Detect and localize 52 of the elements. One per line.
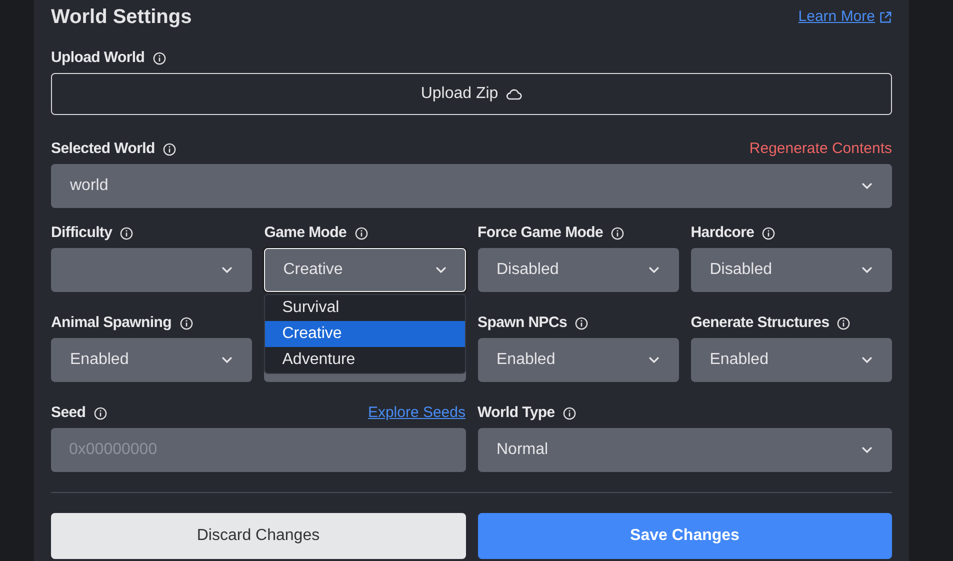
chevron-down-icon [648, 356, 660, 364]
field-label: Game Mode [264, 223, 347, 244]
save-button[interactable]: Save Changes [478, 513, 892, 559]
chevron-down-icon [861, 446, 873, 454]
field-label: Generate Structures [690, 313, 830, 334]
info-icon [180, 317, 193, 330]
dropdown-option[interactable]: Adventure [265, 347, 464, 373]
select-field[interactable]: Disabled [690, 248, 892, 292]
field-label: Animal Spawning [51, 313, 172, 334]
info-icon [562, 407, 576, 420]
discard-button[interactable]: Discard Changes [51, 513, 466, 559]
chevron-down-icon [221, 356, 234, 364]
dropdown-option[interactable]: Creative [265, 321, 464, 347]
regenerate-link[interactable]: Regenerate Contents [749, 138, 892, 161]
select-field[interactable]: Disabled [478, 248, 679, 292]
info-icon [837, 317, 850, 330]
info-icon [354, 227, 368, 240]
info-icon [611, 227, 624, 240]
field-label: Hardcore [690, 223, 754, 244]
field-label: Upload World [51, 48, 145, 68]
chevron-down-icon [221, 266, 234, 274]
select-field[interactable]: Enabled [690, 338, 892, 382]
info-icon [762, 227, 776, 240]
info-icon [120, 227, 134, 240]
field-label: Spawn NPCs [478, 313, 568, 334]
dropdown-option[interactable]: Survival [265, 295, 464, 321]
chevron-down-icon [648, 266, 660, 274]
select-field[interactable]: world [51, 164, 892, 208]
learn-more-link[interactable]: Learn More [798, 6, 892, 28]
field-label: Difficulty [51, 223, 112, 244]
select-field[interactable]: Normal [478, 428, 892, 472]
select-field[interactable] [51, 248, 252, 292]
field-label: World Type [478, 403, 555, 424]
info-icon [575, 317, 588, 330]
info-icon [162, 143, 176, 156]
field-label: Selected World [51, 139, 155, 160]
external-link-icon [879, 10, 892, 24]
chevron-down-icon [434, 266, 446, 274]
select-field[interactable]: Creative [264, 248, 466, 292]
select-field[interactable]: Enabled [51, 338, 252, 382]
cloud-icon [506, 88, 522, 100]
chevron-down-icon [861, 266, 873, 274]
field-label: Force Game Mode [478, 223, 604, 244]
chevron-down-icon [861, 182, 873, 190]
chevron-down-icon [861, 356, 873, 364]
explore-seeds-link[interactable]: Explore Seeds [368, 402, 466, 425]
select-field[interactable]: Enabled [478, 338, 679, 382]
info-icon [152, 52, 166, 65]
field-label: Seed [51, 403, 86, 424]
section-title: World Settings [51, 5, 192, 30]
upload-button[interactable]: Upload Zip [51, 73, 892, 115]
info-icon [94, 407, 107, 420]
